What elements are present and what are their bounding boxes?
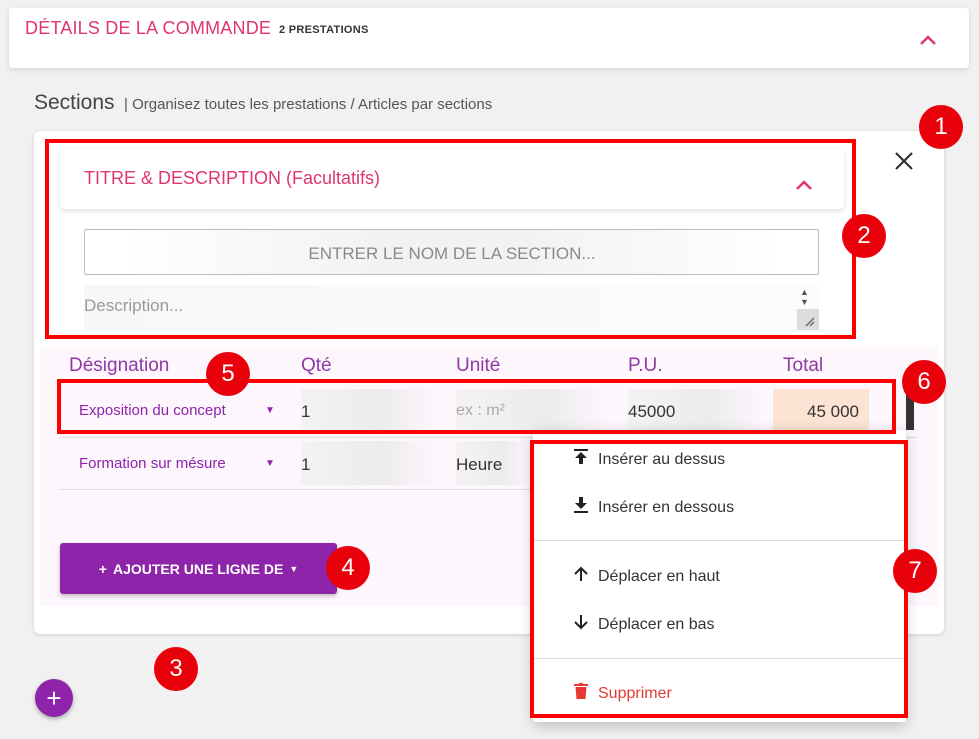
annotation-badge: 2 [842,214,886,258]
close-icon[interactable] [893,150,915,176]
plus-icon: + [98,560,107,577]
add-line-button[interactable]: + AJOUTER UNE LIGNE DE ▼ [60,543,337,594]
chevron-up-icon[interactable] [919,30,937,51]
column-header-unit-price: P.U. [628,355,663,376]
annotation-badge: 1 [919,105,963,149]
annotation-badge: 7 [893,549,937,593]
add-line-button-label: AJOUTER UNE LIGNE DE [112,560,284,577]
row-designation-select[interactable]: Formation sur mésure [79,455,226,472]
column-header-designation: Désignation [69,355,170,376]
annotation-box-title-description [45,139,856,339]
annotation-badge: 5 [206,352,250,396]
add-section-button[interactable]: + [35,679,73,717]
caret-down-icon[interactable]: ▼ [265,458,275,469]
order-details-title: DÉTAILS DE LA COMMANDE [25,18,272,38]
sections-subtitle: | Organisez toutes les prestations / Art… [124,96,493,113]
caret-down-icon: ▼ [289,563,299,574]
column-header-total: Total [783,355,824,376]
annotation-box-row [57,379,896,434]
order-items-count: 2 PRESTATIONS [279,24,369,36]
annotation-badge: 3 [154,647,198,691]
annotation-badge: 6 [902,360,946,404]
sections-title: Sections [34,91,115,114]
row-qty-input[interactable] [301,441,436,485]
row-unit-value: Heure [456,455,503,474]
annotation-box-context-menu [530,440,908,718]
row-qty-value: 1 [301,455,311,474]
column-header-unit: Unité [456,355,501,376]
annotation-badge: 4 [326,546,370,590]
column-header-qty: Qté [301,355,332,376]
row-divider [59,489,533,490]
